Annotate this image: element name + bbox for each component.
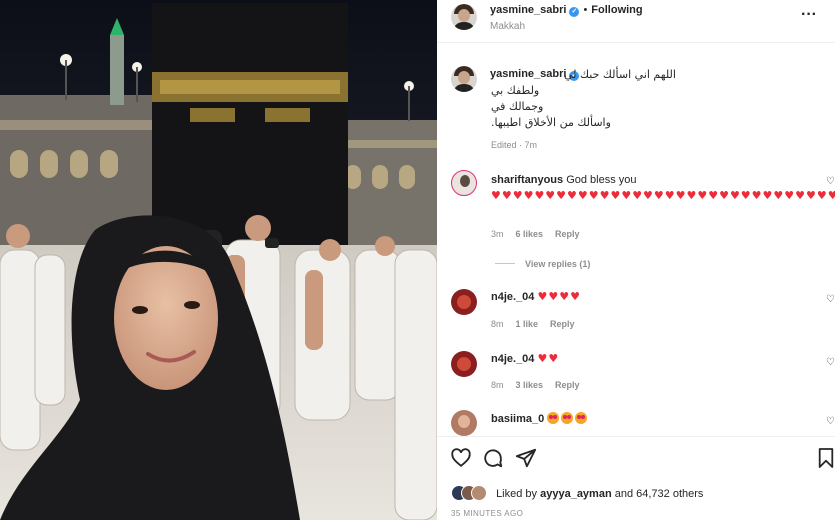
comment-like-icon[interactable]: ♡ [826, 294, 835, 305]
comment-likes[interactable]: 3 likes [516, 380, 544, 390]
comment-reply-button[interactable]: Reply [550, 319, 575, 329]
like-heart-icon[interactable] [450, 447, 472, 469]
share-plane-icon[interactable] [515, 447, 537, 469]
post-header: yasmine_sabri ✓ • Following Makkah ··· [437, 0, 835, 43]
comment-like-icon[interactable]: ♡ [826, 176, 835, 187]
comment-meta: 3m 6 likes Reply [491, 229, 580, 239]
comment-meta: 8m 1 like Reply [491, 319, 575, 329]
comment-body: shariftanyous God bless you ♥♥♥♥♥♥♥♥♥♥♥♥… [491, 172, 835, 204]
separator-dot: • [583, 4, 588, 16]
liked-by-summary: Liked by ayyya_ayman and 64,732 others [451, 485, 703, 503]
comment-item: n4je._04 ♥♥♥♥ 8m 1 like Reply ♡ [437, 286, 835, 338]
comment-body: basiima_0 [491, 412, 589, 425]
post-image-illustration [0, 0, 437, 520]
view-replies-button[interactable]: View replies (1) [495, 259, 590, 269]
save-bookmark-icon[interactable] [817, 447, 835, 469]
liker-avatar[interactable] [471, 485, 487, 501]
location-link[interactable]: Makkah [490, 21, 525, 32]
comment-item: n4je._04 ♥♥ 8m 3 likes Reply ♡ [437, 349, 835, 401]
comments-scroll-area[interactable]: yasmine_sabri ✓ اللهم اني اسألك حبك لي ول… [437, 44, 835, 436]
caption-line-2: ولطفك بي [491, 84, 540, 97]
caption-line-1: اللهم اني اسألك حبك لي [564, 68, 676, 81]
comment-text: God bless you [566, 174, 637, 186]
comment-username[interactable]: n4je._04 [491, 291, 534, 303]
liked-by-prefix: Liked by [496, 488, 538, 500]
heart-emojis: ♥♥ [537, 352, 560, 365]
post-photo[interactable] [0, 0, 437, 520]
author-username[interactable]: yasmine_sabri [490, 4, 566, 16]
commenter-avatar[interactable] [451, 351, 477, 377]
comment-meta: 8m 3 likes Reply [491, 380, 580, 390]
caption-avatar[interactable] [451, 66, 477, 92]
comment-reply-button[interactable]: Reply [555, 229, 580, 239]
heart-emojis: ♥♥♥♥♥♥♥♥♥♥♥♥♥♥♥♥♥♥♥♥♥♥♥♥♥♥♥♥♥♥♥♥♥♥ [491, 189, 835, 202]
comment-time: 8m [491, 319, 504, 329]
comment-item: basiima_0 ♡ [437, 408, 835, 436]
heart-eyes-emoji-icon [575, 412, 588, 424]
following-button[interactable]: Following [591, 4, 642, 16]
comment-bubble-icon[interactable] [482, 447, 504, 469]
caption-line-4: واسألك من الأخلاق اطيبها. [491, 116, 611, 129]
heart-eyes-emoji-icon [561, 412, 574, 424]
verified-badge-icon: ✓ [569, 7, 580, 17]
heart-eyes-emoji-icon [547, 412, 560, 424]
comment-likes[interactable]: 1 like [516, 319, 539, 329]
comment-reply-button[interactable]: Reply [555, 380, 580, 390]
comment-body: n4je._04 ♥♥ [491, 352, 559, 365]
comment-likes[interactable]: 6 likes [516, 229, 544, 239]
commenter-avatar[interactable] [451, 289, 477, 315]
post-actions: Liked by ayyya_ayman and 64,732 others [437, 436, 835, 520]
comment-username[interactable]: n4je._04 [491, 353, 534, 365]
author-avatar[interactable] [451, 4, 477, 30]
caption-edited-time: Edited · 7m [491, 140, 538, 150]
heart-eyes-emojis [547, 412, 589, 425]
post-timestamp[interactable]: 35 MINUTES AGO [451, 509, 523, 518]
commenter-avatar[interactable] [451, 410, 477, 436]
comment-time: 8m [491, 380, 504, 390]
comment-like-icon[interactable]: ♡ [826, 416, 835, 427]
caption: yasmine_sabri ✓ اللهم اني اسألك حبك لي ول… [437, 44, 835, 154]
comment-username[interactable]: shariftanyous [491, 174, 563, 186]
commenter-avatar[interactable] [451, 170, 477, 196]
comment-body: n4je._04 ♥♥♥♥ [491, 290, 581, 303]
heart-emojis: ♥♥♥♥ [537, 290, 581, 303]
more-options-icon[interactable]: ··· [801, 6, 817, 24]
comment-username[interactable]: basiima_0 [491, 413, 544, 425]
liked-by-others-link[interactable]: and 64,732 others [615, 488, 704, 500]
comment-like-icon[interactable]: ♡ [826, 357, 835, 368]
liked-by-user-link[interactable]: ayyya_ayman [540, 488, 612, 500]
post-side-panel: yasmine_sabri ✓ • Following Makkah ··· yasm… [437, 0, 835, 520]
comment-item: shariftanyous God bless you ♥♥♥♥♥♥♥♥♥♥♥♥… [437, 166, 835, 286]
caption-line-3: وجمالك في [491, 100, 544, 113]
comment-time: 3m [491, 229, 504, 239]
